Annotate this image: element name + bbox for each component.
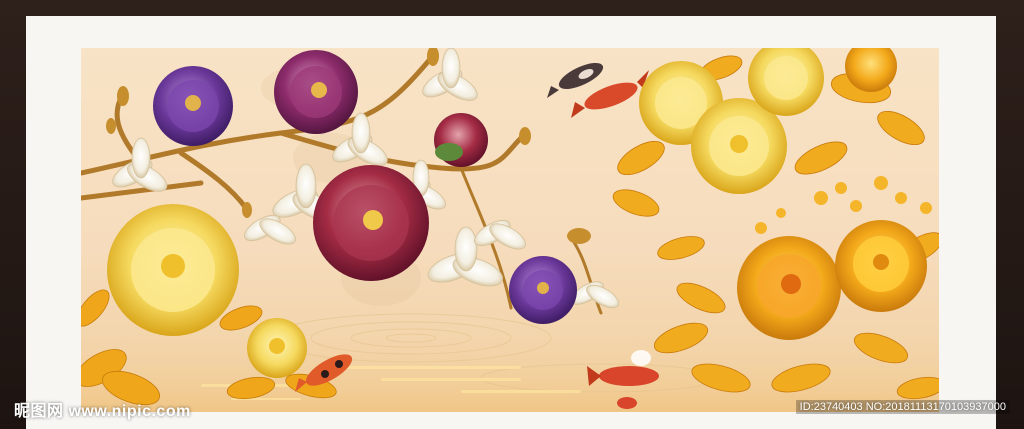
crimson-peony-center [313,165,429,281]
cream-peony-small [247,318,307,378]
purple-peony-top-left [153,66,233,146]
gold-peony-right [835,220,927,312]
plum-peony-top [274,50,358,134]
yellow-peony-top-far-right [748,48,897,116]
cream-peony-bottom-left [107,204,239,336]
watermark-id: ID:23740403 NO:20181113170103937000 [795,400,1010,414]
painting-canvas [81,48,939,412]
purple-peony-lower [509,256,577,324]
orange-peony-bottom-right [737,236,841,340]
crimson-peony-bud [434,113,488,167]
golden-blossom-sprigs [755,176,932,234]
painting [81,48,939,412]
watermark-site: 昵图网 www.nipic.com [14,403,191,420]
